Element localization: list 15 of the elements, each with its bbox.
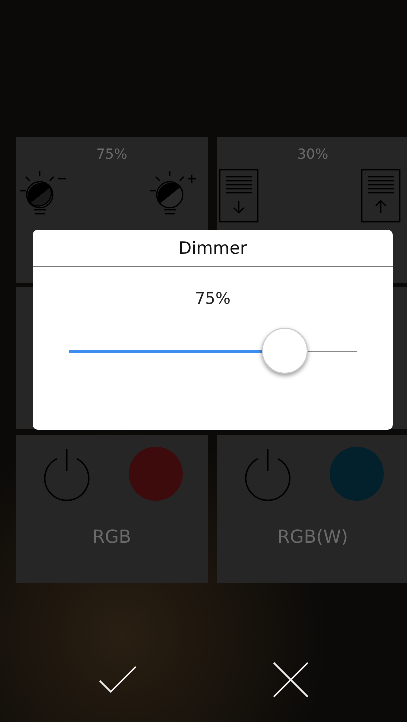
tile-label: RGB [92, 527, 132, 548]
color-swatch[interactable] [129, 447, 183, 501]
tile-card[interactable]: RGB(W) [217, 435, 407, 583]
dialog-title: Dimmer [33, 230, 393, 267]
color-swatch[interactable] [330, 447, 384, 501]
tile-reading: 75% [96, 147, 128, 163]
dimmer-reading: 75% [194, 289, 232, 308]
tile-reading: 30% [297, 147, 329, 163]
tile-card[interactable]: RGB [16, 435, 208, 583]
close-icon[interactable] [273, 662, 310, 698]
slider-thumb[interactable] [262, 328, 308, 374]
blind-down-icon[interactable] [219, 169, 259, 223]
checkmark-icon[interactable] [98, 665, 138, 695]
blind-up-icon[interactable] [361, 169, 401, 223]
tile-label: RGB(W) [278, 527, 348, 548]
